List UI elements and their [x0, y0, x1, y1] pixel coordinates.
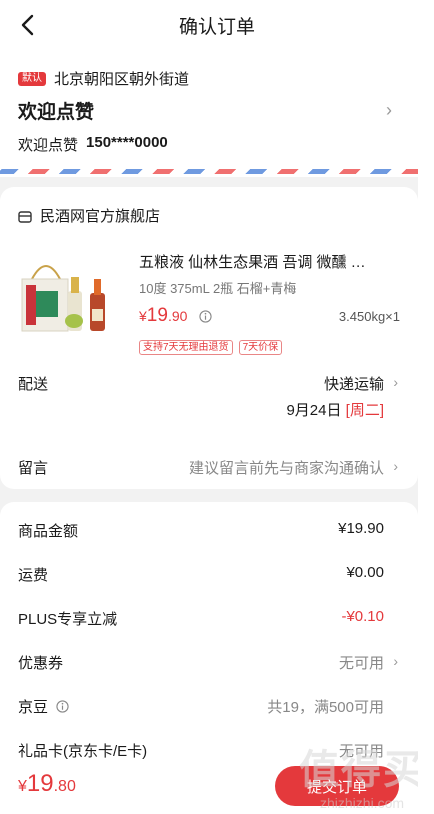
address-region-row: 默认 北京朝阳区朝外街道	[18, 68, 189, 89]
page-title: 确认订单	[178, 16, 255, 38]
contact-name: 欢迎点赞	[18, 137, 79, 154]
contact-phone: 150****0000	[86, 134, 168, 151]
message-input[interactable]: 建议留言前先与商家沟通确认	[189, 457, 384, 478]
airmail-stripe-divider	[0, 169, 418, 174]
submit-order-button[interactable]: 提交订单	[275, 766, 399, 806]
chevron-right-icon: ›	[386, 100, 392, 120]
price-decimal: .90	[167, 308, 188, 324]
service-badges: 支持7天无理由退货 7天价保	[139, 340, 283, 355]
scrollbar-track[interactable]	[418, 50, 434, 814]
freight-value: ¥0.00	[346, 564, 384, 581]
jingdou-value: 共19，满500可用	[267, 699, 384, 716]
product-price: ¥ 19 .90	[139, 305, 213, 327]
info-icon[interactable]	[199, 309, 213, 323]
back-arrow-icon	[21, 14, 34, 36]
default-address-tag: 默认	[18, 71, 46, 86]
address-detail: 欢迎点赞	[18, 102, 95, 123]
coupon-label: 优惠券	[18, 655, 64, 672]
delivery-label: 配送	[18, 376, 49, 393]
badge-price-protect: 7天价保	[238, 340, 283, 355]
store-icon	[18, 210, 32, 223]
plus-discount-value: -¥0.10	[341, 608, 384, 625]
address-card[interactable]: 默认 北京朝阳区朝外街道 欢迎点赞 › 欢迎点赞 150****0000	[0, 50, 418, 177]
delivery-method[interactable]: 快递运输	[324, 373, 384, 394]
price-currency: ¥	[139, 308, 147, 324]
coupon-value[interactable]: 无可用	[339, 652, 384, 673]
address-contact: 欢迎点赞 150****0000	[18, 134, 168, 155]
total-price: ¥ 19 .80	[18, 770, 76, 798]
freight-label: 运费	[18, 567, 49, 584]
delivery-weekday: [周二]	[345, 402, 384, 419]
price-integer: 19	[146, 305, 168, 326]
shop-header[interactable]: 民酒网官方旗舰店	[18, 205, 160, 226]
jingdou-row-label: 京豆	[18, 696, 69, 717]
back-button[interactable]	[12, 10, 42, 40]
badge-return: 支持7天无理由退货	[139, 340, 233, 355]
plus-discount-label: PLUS专享立减	[18, 611, 118, 628]
product-title[interactable]: 五粮液 仙林生态果酒 吾调 微醺 …	[139, 251, 394, 272]
jingdou-label: 京豆	[18, 699, 49, 716]
goods-amount-value: ¥19.90	[338, 520, 384, 537]
shop-order-card: 民酒网官方旗舰店 五粮液 仙林生态果酒 吾调 微醺 … 10度 375mL 2瓶…	[0, 187, 418, 489]
bottom-bar: ¥ 19 .80 提交订单	[0, 760, 418, 814]
total-decimal: .80	[53, 778, 76, 795]
total-currency: ¥	[18, 778, 27, 795]
info-icon[interactable]	[56, 700, 69, 713]
product-spec: 10度 375mL 2瓶 石榴+青梅	[139, 281, 297, 296]
shop-name: 民酒网官方旗舰店	[40, 208, 161, 225]
message-label: 留言	[18, 460, 49, 477]
address-region: 北京朝阳区朝外街道	[54, 71, 190, 88]
chevron-right-icon: ›	[393, 458, 398, 474]
product-image[interactable]	[18, 251, 118, 341]
page-header: 确认订单	[0, 0, 434, 50]
giftcard-value[interactable]: 无可用	[339, 740, 384, 761]
chevron-right-icon: ›	[393, 653, 398, 669]
giftcard-label: 礼品卡(京东卡/E卡)	[18, 743, 148, 760]
goods-amount-label: 商品金额	[18, 523, 79, 540]
total-integer: 19	[26, 770, 54, 797]
product-photo-icon	[21, 265, 105, 332]
delivery-date[interactable]: 9月24日 [周二]	[286, 399, 384, 420]
chevron-right-icon: ›	[393, 374, 398, 390]
delivery-date-value: 9月24日	[286, 402, 342, 419]
weight-quantity: 3.450kg×1	[338, 309, 400, 324]
